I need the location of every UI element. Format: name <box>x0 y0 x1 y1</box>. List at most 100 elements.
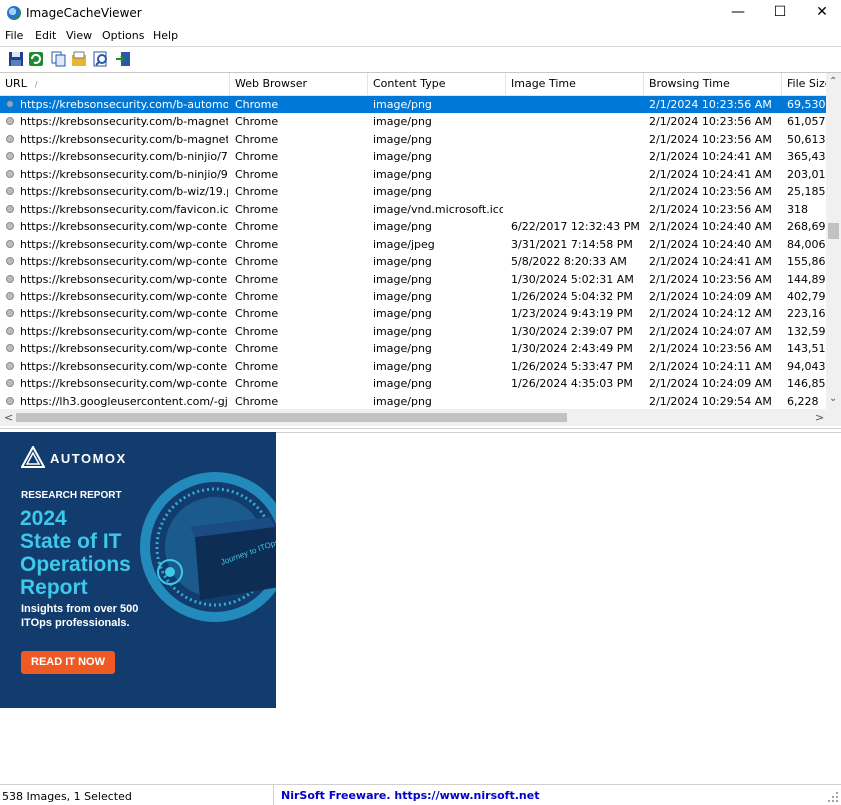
scroll-down-icon[interactable]: ⌄ <box>829 393 837 404</box>
row-bullet-icon <box>6 274 14 283</box>
vertical-scroll-thumb[interactable] <box>828 223 839 239</box>
column-header-content-type[interactable]: Content Type <box>368 73 506 95</box>
cell-browsing-time: 2/1/2024 10:23:56 AM <box>649 202 772 216</box>
cell-content-type: image/png <box>373 220 432 234</box>
cell-image-time: 3/31/2021 7:14:58 PM <box>511 237 633 251</box>
cell-browser: Chrome <box>235 359 279 373</box>
title-bar: ImageCacheViewer — ☐ ✕ <box>0 0 841 27</box>
table-row[interactable]: https://krebsonsecurity.com/wp-content..… <box>0 236 826 253</box>
table-row[interactable]: https://krebsonsecurity.com/wp-content..… <box>0 375 826 392</box>
table-row[interactable]: https://krebsonsecurity.com/favicon.ico C… <box>0 201 826 218</box>
cell-file-size: 203,013 <box>787 167 826 181</box>
image-list[interactable]: URL / Web Browser Content Type Image Time… <box>0 72 841 427</box>
row-bullet-icon <box>6 152 14 161</box>
cell-content-type: image/jpeg <box>373 237 435 251</box>
cell-content-type: image/png <box>373 150 432 164</box>
cell-url: https://krebsonsecurity.com/favicon.ico <box>20 202 228 216</box>
cell-browser: Chrome <box>235 289 279 303</box>
cell-file-size: 69,530 <box>787 98 826 111</box>
menu-help[interactable]: Help <box>153 29 178 42</box>
cell-image-time: 1/26/2024 5:04:32 PM <box>511 289 633 303</box>
cell-file-size: 144,893 <box>787 272 826 286</box>
ad-headline-4: Report <box>20 576 88 599</box>
table-row[interactable]: https://krebsonsecurity.com/wp-content..… <box>0 323 826 340</box>
row-bullet-icon <box>6 257 14 266</box>
table-row[interactable]: https://krebsonsecurity.com/b-automox...… <box>0 96 826 113</box>
column-header-image-time[interactable]: Image Time <box>506 73 644 95</box>
table-row[interactable]: https://krebsonsecurity.com/wp-content..… <box>0 218 826 235</box>
scroll-left-icon[interactable]: < <box>4 411 13 424</box>
horizontal-scrollbar[interactable]: < > <box>0 409 841 426</box>
table-row[interactable]: https://krebsonsecurity.com/b-ninjio/7..… <box>0 148 826 165</box>
menu-edit[interactable]: Edit <box>35 29 56 42</box>
table-row[interactable]: https://krebsonsecurity.com/b-wiz/19.png… <box>0 183 826 200</box>
cell-file-size: 155,864 <box>787 255 826 269</box>
cell-url: https://krebsonsecurity.com/wp-content..… <box>20 342 228 356</box>
table-row[interactable]: https://krebsonsecurity.com/wp-content..… <box>0 358 826 375</box>
row-bullet-icon <box>6 291 14 300</box>
horizontal-scroll-thumb[interactable] <box>16 413 567 422</box>
read-it-now-button[interactable]: READ IT NOW <box>21 651 115 674</box>
cell-content-type: image/png <box>373 98 432 111</box>
cell-image-time: 1/30/2024 5:02:31 AM <box>511 272 634 286</box>
table-row[interactable]: https://krebsonsecurity.com/wp-content..… <box>0 340 826 357</box>
table-row[interactable]: https://krebsonsecurity.com/wp-content..… <box>0 305 826 322</box>
menu-file[interactable]: File <box>5 29 23 42</box>
cell-url: https://krebsonsecurity.com/wp-content..… <box>20 324 228 338</box>
window-title: ImageCacheViewer <box>26 6 142 20</box>
cell-url: https://krebsonsecurity.com/b-magnet/... <box>20 115 228 129</box>
exit-icon[interactable] <box>115 51 131 67</box>
copy-icon[interactable] <box>51 51 67 67</box>
menu-view[interactable]: View <box>66 29 92 42</box>
cell-browsing-time: 2/1/2024 10:24:40 AM <box>649 237 772 251</box>
resize-grip-icon[interactable] <box>827 791 839 803</box>
row-bullet-icon <box>6 239 14 248</box>
row-bullet-icon <box>6 379 14 388</box>
cell-url: https://krebsonsecurity.com/wp-content..… <box>20 377 228 391</box>
cell-file-size: 84,006 <box>787 237 826 251</box>
cell-browsing-time: 2/1/2024 10:23:56 AM <box>649 98 772 111</box>
column-header-url[interactable]: URL / <box>0 73 230 95</box>
table-row[interactable]: https://krebsonsecurity.com/wp-content..… <box>0 271 826 288</box>
cell-image-time <box>511 148 641 165</box>
table-row[interactable]: https://krebsonsecurity.com/wp-content..… <box>0 253 826 270</box>
minimize-button[interactable]: — <box>715 0 761 27</box>
maximize-button[interactable]: ☐ <box>757 0 803 27</box>
table-row[interactable]: https://lh3.googleusercontent.com/-gjdr.… <box>0 393 826 409</box>
save-icon[interactable] <box>8 51 24 67</box>
menu-options[interactable]: Options <box>102 29 144 42</box>
row-bullet-icon <box>6 361 14 370</box>
close-button[interactable]: ✕ <box>799 0 841 27</box>
search-icon[interactable] <box>93 51 109 67</box>
cell-browsing-time: 2/1/2024 10:24:41 AM <box>649 255 772 269</box>
table-row[interactable]: https://krebsonsecurity.com/b-ninjio/9..… <box>0 166 826 183</box>
table-row[interactable]: https://krebsonsecurity.com/b-magnet/...… <box>0 113 826 130</box>
cell-image-time: 5/8/2022 8:20:33 AM <box>511 255 627 269</box>
vertical-scrollbar[interactable]: ⌃ ⌄ <box>826 73 841 409</box>
cell-file-size: 61,057 <box>787 115 826 129</box>
column-header-file-size[interactable]: File Size <box>782 73 826 95</box>
column-header-browser[interactable]: Web Browser <box>230 73 368 95</box>
row-bullet-icon <box>6 344 14 353</box>
scroll-up-icon[interactable]: ⌃ <box>829 76 837 87</box>
table-row[interactable]: https://krebsonsecurity.com/wp-content..… <box>0 288 826 305</box>
cell-content-type: image/png <box>373 377 432 391</box>
cell-url: https://krebsonsecurity.com/b-automox... <box>20 98 228 111</box>
cell-browser: Chrome <box>235 202 279 216</box>
cell-content-type: image/png <box>373 307 432 321</box>
table-row[interactable]: https://krebsonsecurity.com/b-magnet/...… <box>0 131 826 148</box>
cell-content-type: image/png <box>373 289 432 303</box>
properties-icon[interactable] <box>71 51 87 67</box>
column-header-browsing-time[interactable]: Browsing Time <box>644 73 782 95</box>
cell-image-time <box>511 201 641 218</box>
cell-content-type: image/png <box>373 167 432 181</box>
nirsoft-link[interactable]: NirSoft Freeware. https://www.nirsoft.ne… <box>281 789 539 802</box>
cell-browser: Chrome <box>235 132 279 146</box>
row-bullet-icon <box>6 204 14 213</box>
ad-brand: AUTOMOX <box>50 451 127 466</box>
cell-content-type: image/vnd.microsoft.icon <box>373 202 503 216</box>
scroll-right-icon[interactable]: > <box>815 411 824 424</box>
menu-bar: File Edit View Options Help <box>0 27 841 45</box>
refresh-icon[interactable] <box>28 51 44 67</box>
cell-image-time: 1/26/2024 5:33:47 PM <box>511 359 633 373</box>
